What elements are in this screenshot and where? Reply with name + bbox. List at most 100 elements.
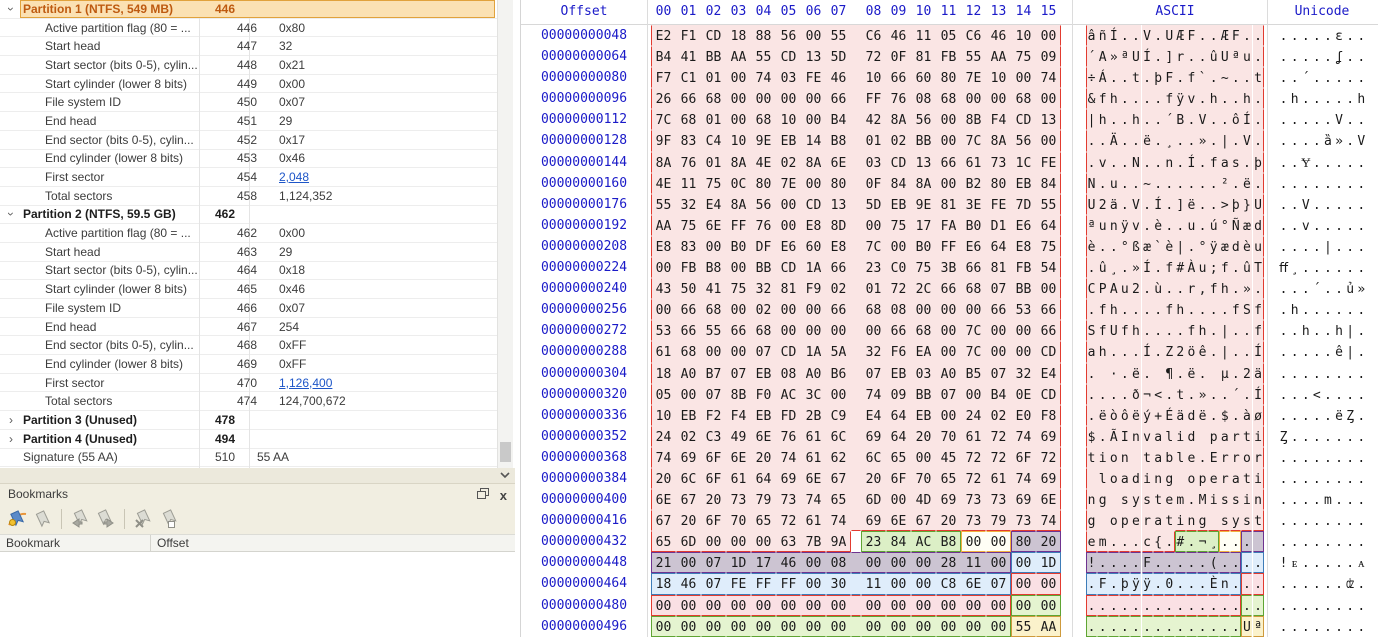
ascii-char[interactable]: i <box>1097 447 1108 468</box>
hex-byte[interactable]: 00 <box>986 531 1011 552</box>
ascii-char[interactable]: . <box>1164 173 1175 194</box>
unicode-char[interactable]: . <box>1322 152 1333 173</box>
ascii-char[interactable]: Ã <box>1108 426 1119 447</box>
hex-byte[interactable]: 75 <box>701 173 726 194</box>
ascii-char[interactable]: | <box>1219 341 1230 362</box>
ascii-char[interactable]: è <box>1164 236 1175 257</box>
ascii-char[interactable]: ÿ <box>1142 573 1153 594</box>
hex-byte[interactable]: 00 <box>886 616 911 637</box>
ascii-char[interactable]: V <box>1142 25 1153 46</box>
ascii-char[interactable]: . <box>1164 194 1175 215</box>
hex-byte[interactable]: 09 <box>1036 46 1061 67</box>
unicode-char[interactable]: ë <box>1334 405 1345 426</box>
hex-byte[interactable]: 0F <box>886 46 911 67</box>
ascii-char[interactable]: . <box>1208 320 1219 341</box>
ascii-char[interactable]: . <box>1241 152 1252 173</box>
hex-byte[interactable]: 6E <box>961 573 986 594</box>
ascii-char[interactable]: . <box>1175 278 1186 299</box>
unicode-char[interactable]: . <box>1289 384 1300 405</box>
hex-byte[interactable]: 1D <box>726 552 751 573</box>
ascii-char[interactable]: . <box>1208 616 1219 637</box>
hex-byte[interactable]: 5A <box>826 341 851 362</box>
ascii-char[interactable]: n <box>1130 426 1141 447</box>
unicode-char[interactable]: . <box>1300 25 1311 46</box>
hex-byte[interactable]: 07 <box>986 573 1011 594</box>
unicode-char[interactable]: . <box>1278 510 1289 531</box>
unicode-char[interactable]: . <box>1356 510 1367 531</box>
hex-byte[interactable]: 60 <box>801 236 826 257</box>
ascii-char[interactable]: µ <box>1219 363 1230 384</box>
hex-byte[interactable]: 20 <box>936 510 961 531</box>
next-bookmark-icon[interactable] <box>93 507 119 531</box>
ascii-char[interactable]: . <box>1142 67 1153 88</box>
unicode-char[interactable]: ﬀ <box>1278 257 1289 278</box>
ascii-char[interactable]: # <box>1175 257 1186 278</box>
ascii-char[interactable]: U <box>1130 46 1141 67</box>
unicode-char[interactable]: » <box>1356 278 1367 299</box>
ascii-char[interactable]: . <box>1108 152 1119 173</box>
hex-byte[interactable]: 00 <box>726 595 751 616</box>
unicode-char[interactable]: . <box>1334 236 1345 257</box>
ascii-char[interactable]: e <box>1130 510 1141 531</box>
unicode-char[interactable]: . <box>1356 173 1367 194</box>
hex-byte[interactable]: 69 <box>861 426 886 447</box>
hex-byte[interactable]: CD <box>776 341 801 362</box>
ascii-char[interactable]: . <box>1097 236 1108 257</box>
ascii-char[interactable]: f <box>1253 320 1264 341</box>
hex-byte[interactable]: 32 <box>751 278 776 299</box>
ascii-char[interactable]: ú <box>1208 215 1219 236</box>
hex-byte[interactable]: 00 <box>936 130 961 151</box>
hex-byte[interactable]: 07 <box>701 384 726 405</box>
ascii-char[interactable]: . <box>1130 173 1141 194</box>
ascii-char[interactable]: . <box>1219 595 1230 616</box>
hex-byte[interactable]: 00 <box>651 257 676 278</box>
unicode-char[interactable]: . <box>1289 510 1300 531</box>
unicode-char[interactable]: . <box>1289 468 1300 489</box>
hex-byte[interactable]: 75 <box>726 278 751 299</box>
ascii-char[interactable]: . <box>1219 88 1230 109</box>
ascii-char[interactable]: f <box>1164 299 1175 320</box>
ascii-char[interactable]: v <box>1097 152 1108 173</box>
hex-byte[interactable]: 69 <box>1036 426 1061 447</box>
ascii-char[interactable]: . <box>1230 531 1241 552</box>
hex-byte[interactable]: 56 <box>1011 130 1036 151</box>
unicode-char[interactable]: . <box>1334 595 1345 616</box>
hex-byte[interactable]: 00 <box>776 88 801 109</box>
unicode-char[interactable]: . <box>1311 67 1322 88</box>
ascii-char[interactable] <box>1086 468 1097 489</box>
ascii-char[interactable]: Í <box>1253 384 1264 405</box>
unicode-char[interactable]: . <box>1334 173 1345 194</box>
hex-byte[interactable]: FF <box>861 88 886 109</box>
unicode-char[interactable]: . <box>1311 405 1322 426</box>
ascii-char[interactable]: $ <box>1219 405 1230 426</box>
hex-byte[interactable]: 00 <box>776 299 801 320</box>
unicode-char[interactable]: . <box>1278 109 1289 130</box>
ascii-char[interactable]: Í <box>1241 109 1252 130</box>
hex-byte[interactable]: 6E <box>826 152 851 173</box>
hex-byte[interactable]: 68 <box>676 341 701 362</box>
ascii-char[interactable]: i <box>1208 489 1219 510</box>
unicode-char[interactable]: . <box>1311 510 1322 531</box>
hex-byte[interactable]: 13 <box>826 194 851 215</box>
ascii-char[interactable]: a <box>1153 447 1164 468</box>
unicode-char[interactable]: . <box>1311 363 1322 384</box>
ascii-char[interactable]: ¬ <box>1142 384 1153 405</box>
hex-byte[interactable]: 07 <box>751 341 776 362</box>
hex-byte[interactable]: 5D <box>861 194 886 215</box>
ascii-char[interactable]: . <box>1230 573 1241 594</box>
ascii-char[interactable]: y <box>1130 489 1141 510</box>
hex-byte[interactable]: 18 <box>726 25 751 46</box>
ascii-char[interactable]: ¸ <box>1108 257 1119 278</box>
ascii-char[interactable]: . <box>1197 152 1208 173</box>
unicode-char[interactable]: . <box>1345 236 1356 257</box>
ascii-char[interactable]: . <box>1241 384 1252 405</box>
hex-byte[interactable]: 68 <box>751 320 776 341</box>
tree-scrollbar[interactable] <box>497 0 513 468</box>
ascii-char[interactable]: . <box>1186 46 1197 67</box>
hex-byte[interactable]: 8A <box>911 173 936 194</box>
unicode-char[interactable]: . <box>1356 215 1367 236</box>
ascii-char[interactable]: i <box>1142 468 1153 489</box>
unicode-char[interactable]: . <box>1356 194 1367 215</box>
hex-byte[interactable]: 66 <box>676 88 701 109</box>
hex-byte[interactable]: 6F <box>701 510 726 531</box>
